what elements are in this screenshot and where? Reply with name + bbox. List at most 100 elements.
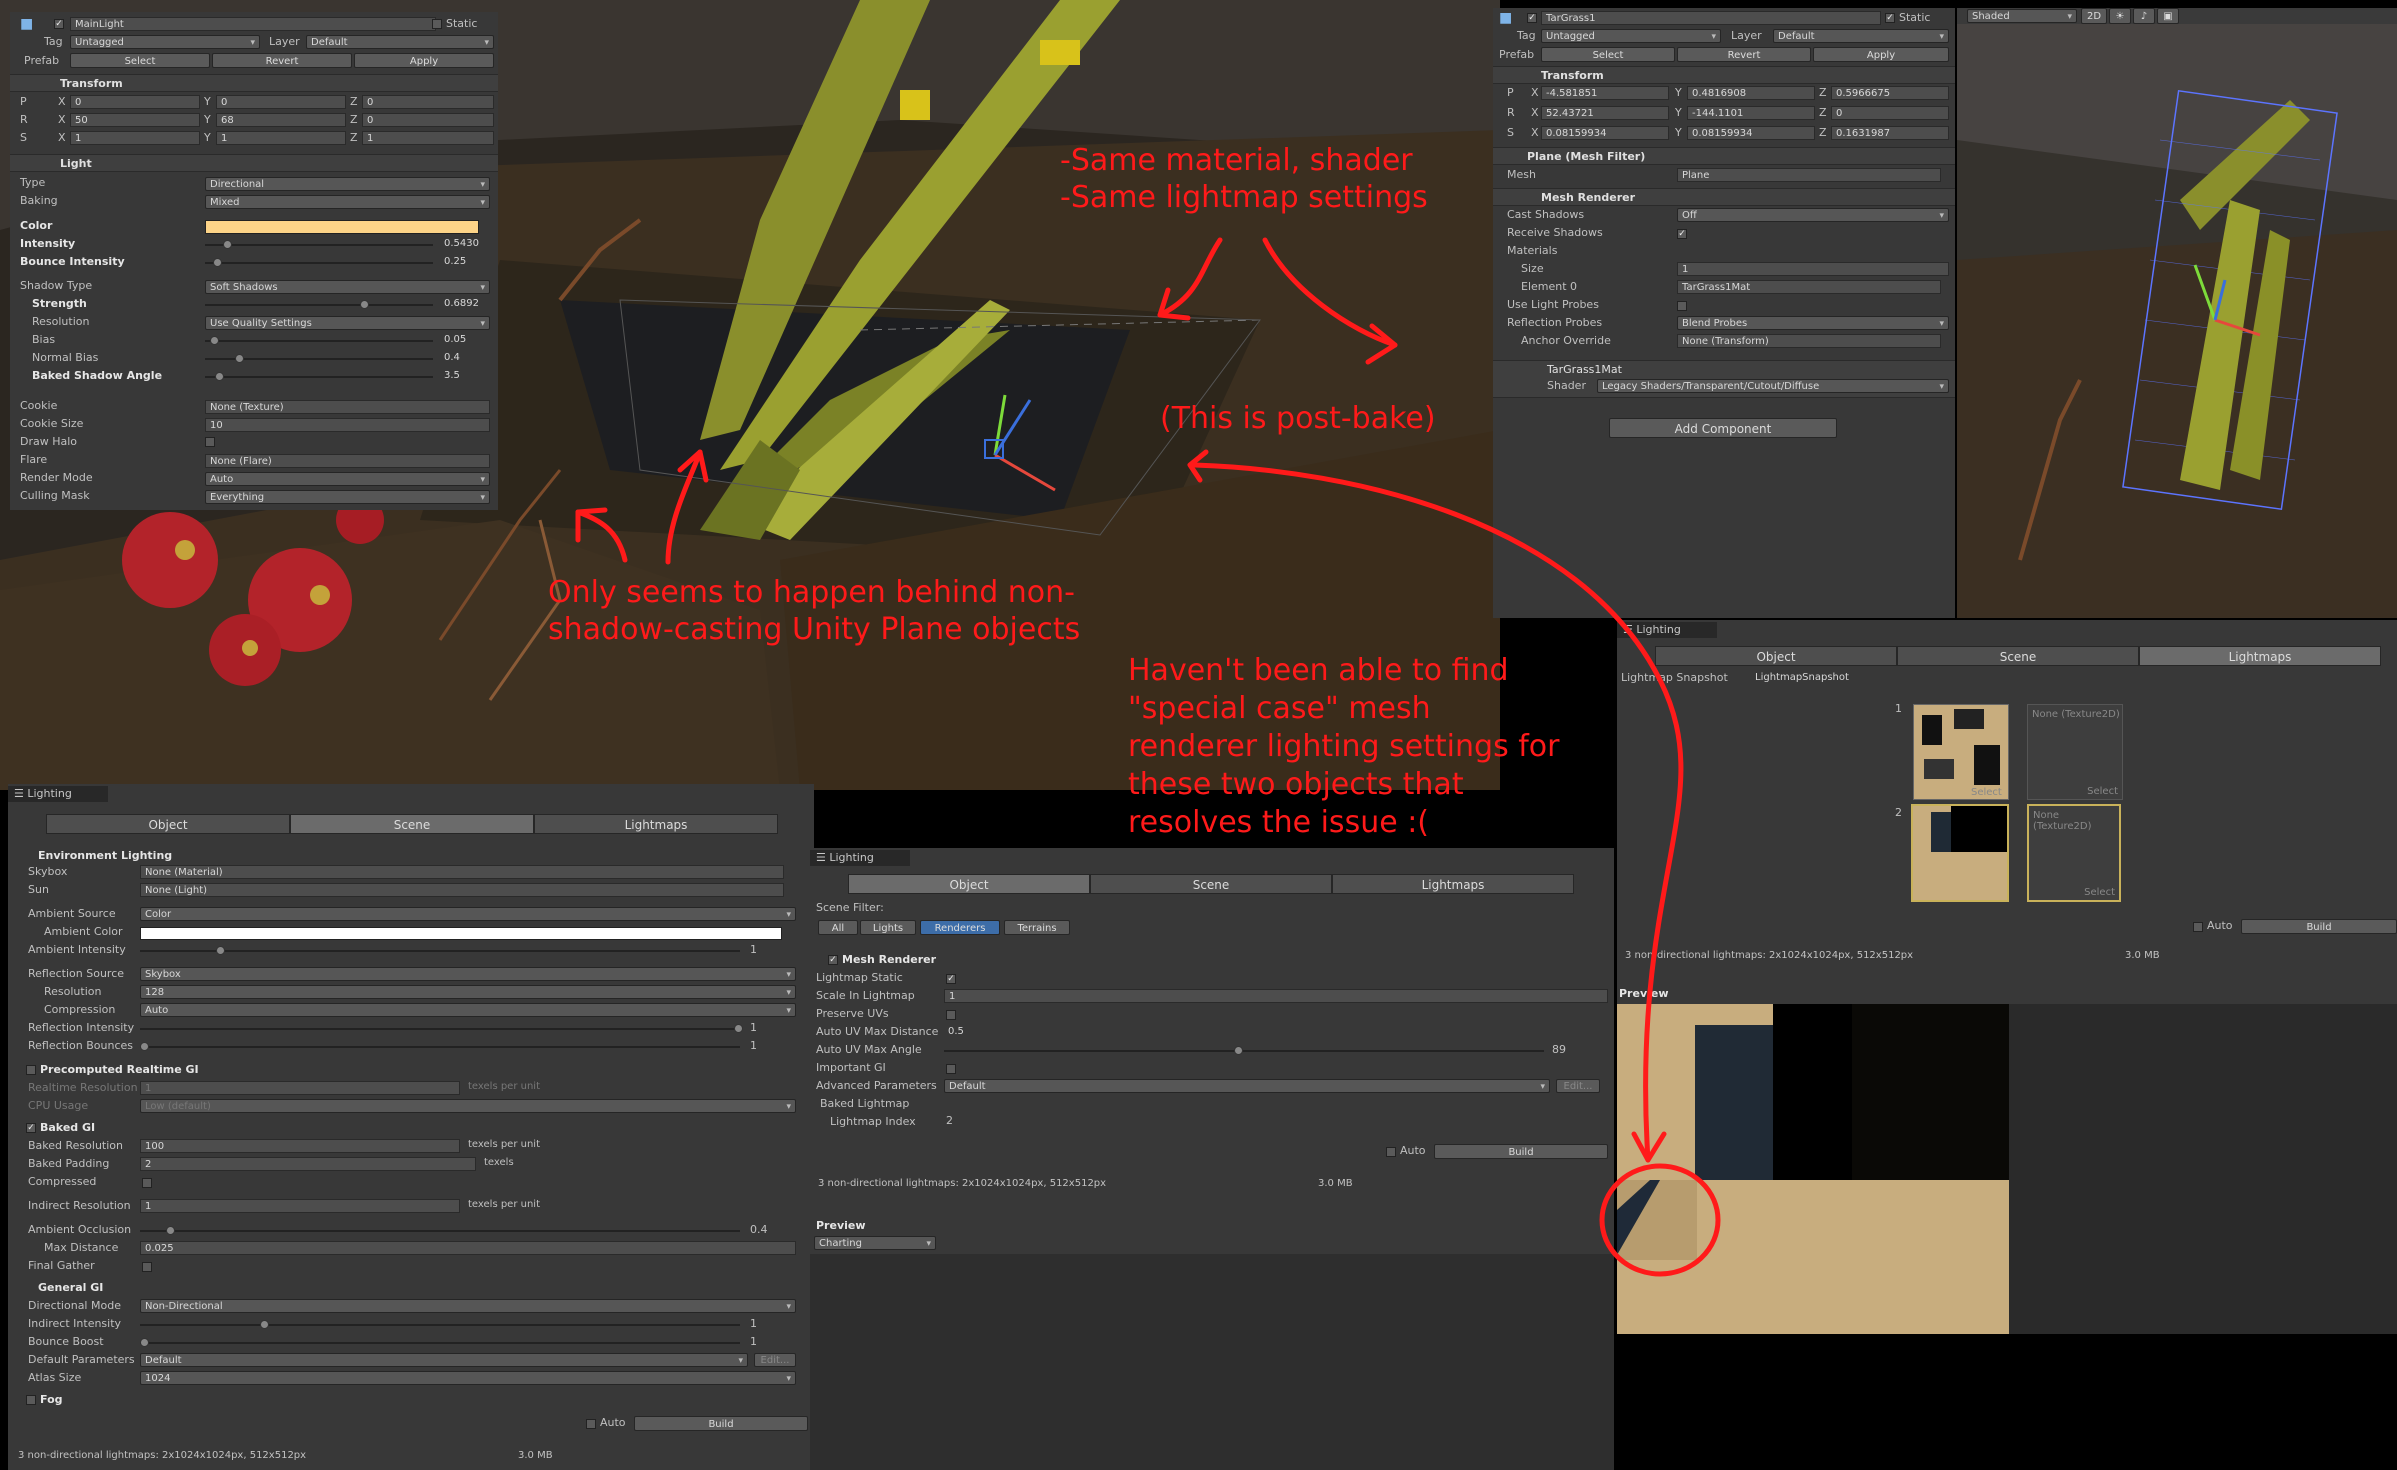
default-parameters-dropdown[interactable]: Default [140, 1353, 748, 1367]
compressed-checkbox[interactable] [142, 1178, 152, 1188]
preview-mode-dropdown[interactable]: Charting [814, 1236, 936, 1250]
object-name-field[interactable]: TarGrass1 [1541, 11, 1881, 25]
select-label[interactable]: Select [2084, 887, 2115, 898]
ambient-occlusion-value[interactable]: 0.4 [750, 1223, 768, 1236]
reflection-source-dropdown[interactable]: Skybox [140, 967, 796, 981]
normal-bias-value[interactable]: 0.4 [440, 351, 490, 365]
bounce-boost-slider[interactable] [140, 1338, 149, 1347]
final-gather-checkbox[interactable] [142, 1262, 152, 1272]
shading-mode-dropdown[interactable]: Shaded [1967, 9, 2077, 23]
layer-dropdown[interactable]: Default [306, 35, 494, 49]
advanced-parameters-dropdown[interactable]: Default [944, 1079, 1550, 1093]
auto-uv-max-angle-value[interactable]: 89 [1552, 1043, 1566, 1056]
position-x-field[interactable]: -4.581851 [1541, 86, 1669, 100]
position-z-field[interactable]: 0 [362, 95, 494, 109]
filter-lights-button[interactable]: Lights [860, 920, 916, 935]
cast-shadows-dropdown[interactable]: Off [1677, 208, 1949, 222]
layer-dropdown[interactable]: Default [1773, 29, 1949, 43]
fog-checkbox[interactable] [26, 1395, 36, 1405]
skybox-field[interactable]: None (Material) [140, 865, 784, 879]
tab-object[interactable]: Object [848, 874, 1090, 894]
active-checkbox[interactable]: ✓ [1527, 13, 1537, 23]
filter-all-button[interactable]: All [818, 920, 858, 935]
intensity-slider[interactable] [223, 240, 232, 249]
effects-toggle-icon[interactable]: ▣ [2157, 8, 2179, 24]
baking-dropdown[interactable]: Mixed [205, 195, 490, 209]
type-dropdown[interactable]: Directional [205, 177, 490, 191]
static-checkbox[interactable]: ✓ [1885, 13, 1895, 23]
bias-slider[interactable] [210, 336, 219, 345]
rotation-y-field[interactable]: -144.1101 [1687, 106, 1815, 120]
rotation-x-field[interactable]: 50 [70, 113, 200, 127]
preserve-uvs-checkbox[interactable] [946, 1010, 956, 1020]
cookie-field[interactable]: None (Texture) [205, 400, 490, 414]
auto-checkbox[interactable] [586, 1419, 596, 1429]
important-gi-checkbox[interactable] [946, 1064, 956, 1074]
prefab-apply-button[interactable]: Apply [1813, 47, 1949, 62]
active-checkbox[interactable]: ✓ [54, 19, 64, 29]
prefab-revert-button[interactable]: Revert [1677, 47, 1811, 62]
tab-object[interactable]: Object [46, 814, 290, 834]
position-y-field[interactable]: 0.4816908 [1687, 86, 1815, 100]
auto-checkbox[interactable] [2193, 922, 2203, 932]
lightmap-2-thumbnail[interactable] [1911, 804, 2009, 902]
reflection-bounces-slider[interactable] [140, 1042, 149, 1051]
reflection-resolution-dropdown[interactable]: 128 [140, 985, 796, 999]
select-label[interactable]: Select [2087, 786, 2118, 797]
2d-toggle-button[interactable]: 2D [2081, 8, 2107, 24]
ambient-source-dropdown[interactable]: Color [140, 907, 796, 921]
prefab-apply-button[interactable]: Apply [354, 53, 494, 68]
prefab-revert-button[interactable]: Revert [212, 53, 352, 68]
cpu-usage-dropdown[interactable]: Low (default) [140, 1099, 796, 1113]
baked-shadow-angle-value[interactable]: 3.5 [440, 369, 490, 383]
rotation-x-field[interactable]: 52.43721 [1541, 106, 1669, 120]
cookie-size-field[interactable]: 10 [205, 418, 490, 432]
precomputed-gi-checkbox[interactable] [26, 1065, 36, 1075]
light-header[interactable]: Light [10, 154, 498, 172]
shadow-type-dropdown[interactable]: Soft Shadows [205, 280, 490, 294]
prefab-select-button[interactable]: Select [1541, 47, 1675, 62]
position-z-field[interactable]: 0.5966675 [1831, 86, 1949, 100]
use-light-probes-checkbox[interactable] [1677, 301, 1687, 311]
compression-dropdown[interactable]: Auto [140, 1003, 796, 1017]
reflection-intensity-value[interactable]: 1 [750, 1021, 757, 1034]
scale-y-field[interactable]: 0.08159934 [1687, 126, 1815, 140]
strength-slider[interactable] [360, 300, 369, 309]
lightmap-static-checkbox[interactable]: ✓ [946, 974, 956, 984]
normal-bias-slider[interactable] [235, 354, 244, 363]
scale-y-field[interactable]: 1 [216, 131, 346, 145]
scale-z-field[interactable]: 1 [362, 131, 494, 145]
edit-parameters-button[interactable]: Edit... [1556, 1079, 1600, 1093]
auto-uv-max-angle-slider[interactable] [1234, 1046, 1243, 1055]
rotation-z-field[interactable]: 0 [1831, 106, 1949, 120]
draw-halo-checkbox[interactable] [205, 437, 215, 447]
tab-scene[interactable]: Scene [290, 814, 534, 834]
build-button[interactable]: Build [634, 1416, 808, 1431]
baked-shadow-angle-slider[interactable] [215, 372, 224, 381]
bounce-slider[interactable] [213, 258, 222, 267]
directional-mode-dropdown[interactable]: Non-Directional [140, 1299, 796, 1313]
strength-value[interactable]: 0.6892 [440, 297, 490, 311]
static-checkbox[interactable] [432, 19, 442, 29]
lightmap-snapshot-field[interactable]: LightmapSnapshot [1751, 671, 1971, 685]
reflection-intensity-slider[interactable] [734, 1024, 743, 1033]
tab-lightmaps[interactable]: Lightmaps [2139, 646, 2381, 666]
filter-terrains-button[interactable]: Terrains [1004, 920, 1070, 935]
prefab-select-button[interactable]: Select [70, 53, 210, 68]
auto-checkbox[interactable] [1386, 1147, 1396, 1157]
sun-field[interactable]: None (Light) [140, 883, 784, 897]
build-button[interactable]: Build [1434, 1144, 1608, 1159]
scale-in-lightmap-field[interactable]: 1 [944, 989, 1608, 1003]
bounce-boost-value[interactable]: 1 [750, 1335, 757, 1348]
rotation-z-field[interactable]: 0 [362, 113, 494, 127]
lighting-window-tab[interactable]: ☰ Lighting [810, 850, 910, 866]
edit-parameters-button[interactable]: Edit... [754, 1353, 796, 1367]
lighting-toggle-icon[interactable]: ☀ [2109, 8, 2131, 24]
ambient-intensity-value[interactable]: 1 [750, 943, 757, 956]
position-x-field[interactable]: 0 [70, 95, 200, 109]
add-component-button[interactable]: Add Component [1609, 418, 1837, 438]
receive-shadows-checkbox[interactable]: ✓ [1677, 229, 1687, 239]
tab-scene[interactable]: Scene [1897, 646, 2139, 666]
ambient-intensity-slider[interactable] [216, 946, 225, 955]
mesh-field[interactable]: Plane [1677, 168, 1941, 182]
